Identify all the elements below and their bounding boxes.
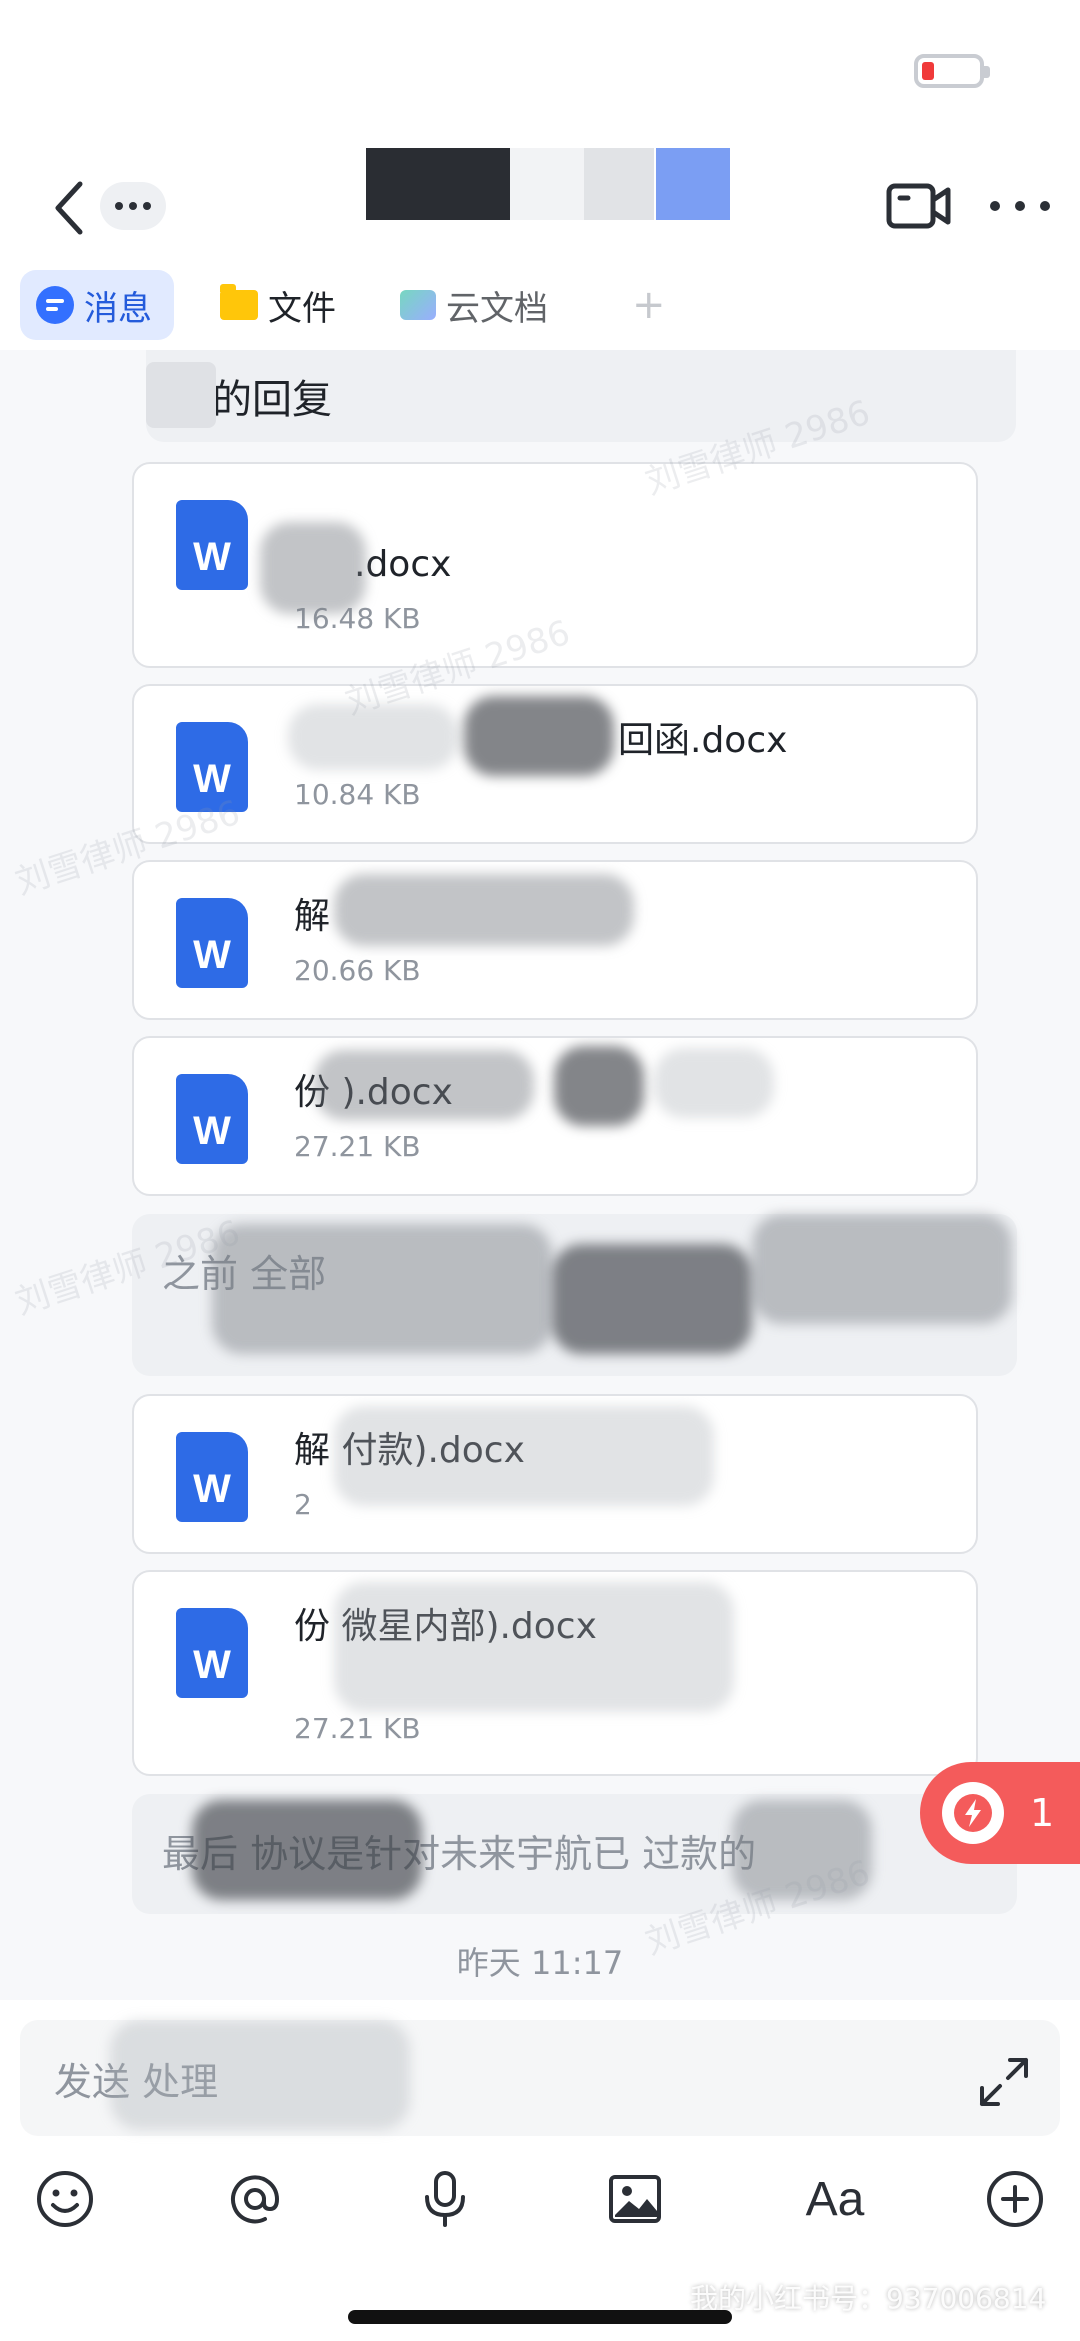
chat-more-button[interactable] [100, 182, 166, 230]
file-card[interactable]: W .docx 16.48 KB [132, 462, 978, 668]
expand-icon [980, 2058, 1028, 2106]
plus-icon: + [632, 282, 666, 328]
avatar [146, 362, 216, 428]
at-sign-icon [231, 2175, 280, 2224]
word-doc-icon: W [176, 1074, 248, 1164]
badge-count: 1 [1030, 1791, 1055, 1835]
status-bar [0, 0, 1080, 140]
redaction-scribble [732, 1800, 872, 1900]
video-camera-icon [886, 183, 951, 229]
word-doc-icon: W [176, 898, 248, 988]
mention-button[interactable] [220, 2164, 290, 2234]
microphone-icon [425, 2171, 465, 2227]
quick-action-badge[interactable]: 1 [920, 1762, 1080, 1864]
message-list[interactable]: 的回复 W .docx 16.48 KB W 回函.docx 10.84 KB … [0, 350, 1080, 2000]
file-card[interactable]: W 解 20.66 KB [132, 860, 978, 1020]
word-doc-icon: W [176, 1608, 248, 1698]
more-actions-button[interactable] [980, 2164, 1050, 2234]
voice-button[interactable] [410, 2164, 480, 2234]
redaction-scribble [334, 1582, 734, 1712]
back-button[interactable] [44, 176, 94, 240]
tab-bar: 消息 文件 云文档 + [0, 270, 1080, 350]
redaction-scribble [288, 704, 458, 770]
word-doc-icon: W [176, 722, 248, 812]
redaction-scribble [260, 522, 366, 614]
file-name: 回函.docx [618, 720, 788, 761]
text-message[interactable]: 之前 全部 [132, 1214, 1017, 1376]
redaction-scribble [192, 1800, 422, 1900]
redaction-scribble [554, 1046, 644, 1126]
tab-files[interactable]: 文件 [220, 270, 336, 340]
redaction-scribble [552, 1244, 752, 1354]
text-format-button[interactable]: Aa [790, 2164, 880, 2234]
file-card[interactable]: W 份 ).docx 27.21 KB [132, 1036, 978, 1196]
reply-quote-text: 的回复 [212, 377, 332, 423]
home-indicator[interactable] [348, 2310, 732, 2324]
emoji-button[interactable] [30, 2164, 100, 2234]
nav-bar [0, 140, 1080, 270]
redaction-scribble [464, 696, 614, 776]
composer-toolbar: Aa [0, 2164, 1080, 2244]
file-name: .docx [354, 544, 452, 585]
battery-icon [914, 54, 990, 88]
bottom-watermark: 我的小红书号：937006814 [690, 2282, 1047, 2315]
redaction-scribble [212, 1224, 552, 1354]
lightning-icon [942, 1782, 1004, 1844]
file-size: 27.21 KB [294, 1130, 421, 1163]
chevron-left-icon [55, 181, 83, 235]
file-card[interactable]: W 份 微星内部).docx 27.21 KB [132, 1570, 978, 1776]
image-icon [609, 2175, 661, 2223]
message-input[interactable]: 发送 处理 [20, 2020, 1060, 2136]
redaction-scribble [752, 1214, 1012, 1324]
plus-circle-icon [987, 2171, 1043, 2227]
message-timestamp: 昨天 11:17 [456, 1944, 624, 1982]
text-message[interactable]: 最后 协议是针对未来宇航已 过款的 [132, 1794, 1017, 1914]
expand-input-button[interactable] [976, 2054, 1036, 2114]
file-card[interactable]: W 解 付款).docx 2 [132, 1394, 978, 1554]
tab-messages[interactable]: 消息 [20, 270, 174, 340]
text-format-icon: Aa [805, 2172, 865, 2226]
video-call-button[interactable] [886, 178, 952, 234]
file-size: 20.66 KB [294, 954, 421, 987]
chat-title-redacted [366, 148, 732, 220]
reply-quote[interactable]: 的回复 [146, 350, 1016, 442]
file-size: 10.84 KB [294, 778, 421, 811]
folder-icon [220, 284, 258, 320]
file-size: 27.21 KB [294, 1712, 421, 1745]
redaction-scribble [334, 874, 634, 946]
tab-cloud-docs[interactable]: 云文档 [400, 270, 548, 340]
redaction-scribble [334, 1406, 714, 1506]
image-button[interactable] [600, 2164, 670, 2234]
file-size: 2 [294, 1488, 312, 1521]
tab-add-button[interactable]: + [632, 270, 666, 340]
redaction-scribble [314, 1050, 534, 1120]
word-doc-icon: W [176, 1432, 248, 1522]
redaction-scribble [654, 1048, 774, 1118]
chat-icon [36, 286, 74, 324]
redaction-scribble [110, 2020, 410, 2130]
file-card[interactable]: W 回函.docx 10.84 KB [132, 684, 978, 844]
tab-label: 云文档 [446, 288, 548, 329]
tab-label: 文件 [268, 288, 336, 329]
more-menu-button[interactable] [990, 182, 1050, 230]
tab-label: 消息 [84, 288, 152, 329]
cloud-doc-icon [400, 290, 436, 320]
smiley-icon [37, 2171, 93, 2227]
word-doc-icon: W [176, 500, 248, 590]
